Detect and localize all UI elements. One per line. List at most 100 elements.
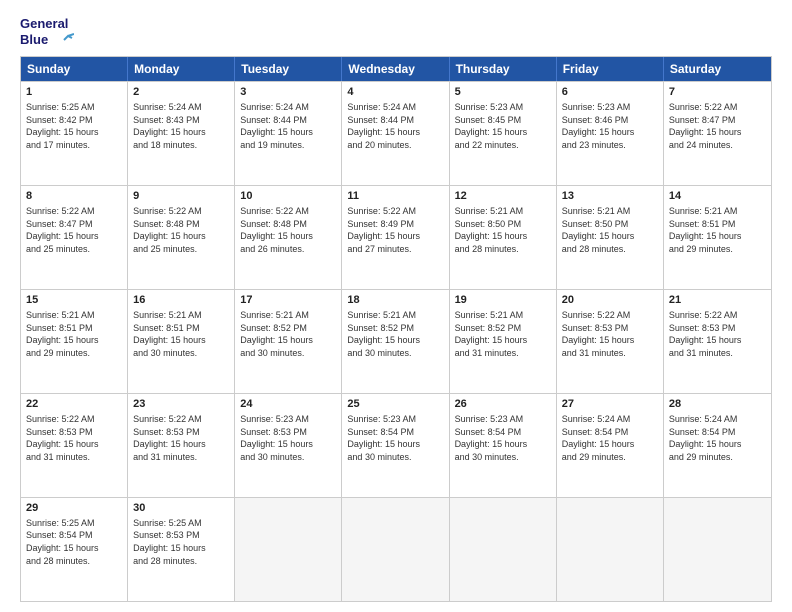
weekday-header-tuesday: Tuesday [235,57,342,81]
day-number: 8 [26,189,122,204]
day-number: 16 [133,293,229,308]
day-info: Sunrise: 5:24 AMSunset: 8:44 PMDaylight:… [347,101,443,151]
day-info: Sunrise: 5:21 AMSunset: 8:52 PMDaylight:… [347,309,443,359]
day-info: Sunrise: 5:22 AMSunset: 8:48 PMDaylight:… [240,205,336,255]
calendar-cell: 6Sunrise: 5:23 AMSunset: 8:46 PMDaylight… [557,82,664,185]
day-info: Sunrise: 5:24 AMSunset: 8:44 PMDaylight:… [240,101,336,151]
weekday-header-friday: Friday [557,57,664,81]
day-number: 5 [455,85,551,100]
calendar-cell [450,498,557,601]
day-number: 7 [669,85,766,100]
calendar-cell: 12Sunrise: 5:21 AMSunset: 8:50 PMDayligh… [450,186,557,289]
day-info: Sunrise: 5:22 AMSunset: 8:47 PMDaylight:… [669,101,766,151]
day-number: 30 [133,501,229,516]
calendar-cell: 25Sunrise: 5:23 AMSunset: 8:54 PMDayligh… [342,394,449,497]
day-info: Sunrise: 5:22 AMSunset: 8:53 PMDaylight:… [669,309,766,359]
calendar-cell: 11Sunrise: 5:22 AMSunset: 8:49 PMDayligh… [342,186,449,289]
day-info: Sunrise: 5:25 AMSunset: 8:42 PMDaylight:… [26,101,122,151]
day-info: Sunrise: 5:25 AMSunset: 8:54 PMDaylight:… [26,517,122,567]
weekday-header-wednesday: Wednesday [342,57,449,81]
day-info: Sunrise: 5:21 AMSunset: 8:50 PMDaylight:… [562,205,658,255]
calendar-cell: 13Sunrise: 5:21 AMSunset: 8:50 PMDayligh… [557,186,664,289]
page: GeneralBlue SundayMondayTuesdayWednesday… [0,0,792,612]
calendar-cell: 30Sunrise: 5:25 AMSunset: 8:53 PMDayligh… [128,498,235,601]
day-info: Sunrise: 5:24 AMSunset: 8:43 PMDaylight:… [133,101,229,151]
day-number: 25 [347,397,443,412]
calendar-cell: 14Sunrise: 5:21 AMSunset: 8:51 PMDayligh… [664,186,771,289]
calendar-row: 8Sunrise: 5:22 AMSunset: 8:47 PMDaylight… [21,185,771,289]
day-info: Sunrise: 5:22 AMSunset: 8:53 PMDaylight:… [133,413,229,463]
calendar-cell: 29Sunrise: 5:25 AMSunset: 8:54 PMDayligh… [21,498,128,601]
weekday-header-saturday: Saturday [664,57,771,81]
day-number: 4 [347,85,443,100]
day-number: 26 [455,397,551,412]
day-number: 1 [26,85,122,100]
day-info: Sunrise: 5:21 AMSunset: 8:51 PMDaylight:… [26,309,122,359]
calendar-cell: 16Sunrise: 5:21 AMSunset: 8:51 PMDayligh… [128,290,235,393]
calendar-cell: 10Sunrise: 5:22 AMSunset: 8:48 PMDayligh… [235,186,342,289]
day-number: 18 [347,293,443,308]
day-number: 17 [240,293,336,308]
day-info: Sunrise: 5:25 AMSunset: 8:53 PMDaylight:… [133,517,229,567]
day-info: Sunrise: 5:21 AMSunset: 8:51 PMDaylight:… [669,205,766,255]
day-number: 19 [455,293,551,308]
calendar-cell: 8Sunrise: 5:22 AMSunset: 8:47 PMDaylight… [21,186,128,289]
day-info: Sunrise: 5:21 AMSunset: 8:52 PMDaylight:… [240,309,336,359]
day-info: Sunrise: 5:23 AMSunset: 8:46 PMDaylight:… [562,101,658,151]
day-number: 21 [669,293,766,308]
day-number: 29 [26,501,122,516]
calendar-cell: 1Sunrise: 5:25 AMSunset: 8:42 PMDaylight… [21,82,128,185]
calendar-cell [664,498,771,601]
calendar-row: 29Sunrise: 5:25 AMSunset: 8:54 PMDayligh… [21,497,771,601]
calendar-cell: 9Sunrise: 5:22 AMSunset: 8:48 PMDaylight… [128,186,235,289]
calendar: SundayMondayTuesdayWednesdayThursdayFrid… [20,56,772,602]
day-number: 23 [133,397,229,412]
day-number: 3 [240,85,336,100]
calendar-row: 15Sunrise: 5:21 AMSunset: 8:51 PMDayligh… [21,289,771,393]
header: GeneralBlue [20,16,772,48]
day-number: 9 [133,189,229,204]
day-number: 15 [26,293,122,308]
calendar-cell: 7Sunrise: 5:22 AMSunset: 8:47 PMDaylight… [664,82,771,185]
calendar-cell: 4Sunrise: 5:24 AMSunset: 8:44 PMDaylight… [342,82,449,185]
day-info: Sunrise: 5:22 AMSunset: 8:47 PMDaylight:… [26,205,122,255]
calendar-cell: 18Sunrise: 5:21 AMSunset: 8:52 PMDayligh… [342,290,449,393]
day-number: 28 [669,397,766,412]
calendar-row: 1Sunrise: 5:25 AMSunset: 8:42 PMDaylight… [21,81,771,185]
calendar-cell: 5Sunrise: 5:23 AMSunset: 8:45 PMDaylight… [450,82,557,185]
calendar-body: 1Sunrise: 5:25 AMSunset: 8:42 PMDaylight… [21,81,771,601]
calendar-cell: 3Sunrise: 5:24 AMSunset: 8:44 PMDaylight… [235,82,342,185]
day-info: Sunrise: 5:21 AMSunset: 8:50 PMDaylight:… [455,205,551,255]
day-number: 24 [240,397,336,412]
day-number: 11 [347,189,443,204]
day-number: 22 [26,397,122,412]
day-number: 10 [240,189,336,204]
calendar-cell: 17Sunrise: 5:21 AMSunset: 8:52 PMDayligh… [235,290,342,393]
day-info: Sunrise: 5:21 AMSunset: 8:51 PMDaylight:… [133,309,229,359]
day-number: 20 [562,293,658,308]
calendar-cell: 27Sunrise: 5:24 AMSunset: 8:54 PMDayligh… [557,394,664,497]
day-info: Sunrise: 5:22 AMSunset: 8:53 PMDaylight:… [562,309,658,359]
logo: GeneralBlue [20,16,74,48]
logo-text: GeneralBlue [20,16,74,48]
day-info: Sunrise: 5:21 AMSunset: 8:52 PMDaylight:… [455,309,551,359]
calendar-cell: 24Sunrise: 5:23 AMSunset: 8:53 PMDayligh… [235,394,342,497]
weekday-header-monday: Monday [128,57,235,81]
calendar-header: SundayMondayTuesdayWednesdayThursdayFrid… [21,57,771,81]
calendar-cell: 28Sunrise: 5:24 AMSunset: 8:54 PMDayligh… [664,394,771,497]
calendar-cell: 21Sunrise: 5:22 AMSunset: 8:53 PMDayligh… [664,290,771,393]
day-info: Sunrise: 5:22 AMSunset: 8:53 PMDaylight:… [26,413,122,463]
calendar-cell: 2Sunrise: 5:24 AMSunset: 8:43 PMDaylight… [128,82,235,185]
day-info: Sunrise: 5:23 AMSunset: 8:53 PMDaylight:… [240,413,336,463]
day-number: 6 [562,85,658,100]
day-info: Sunrise: 5:23 AMSunset: 8:54 PMDaylight:… [347,413,443,463]
day-number: 13 [562,189,658,204]
day-info: Sunrise: 5:24 AMSunset: 8:54 PMDaylight:… [562,413,658,463]
day-number: 14 [669,189,766,204]
day-info: Sunrise: 5:23 AMSunset: 8:54 PMDaylight:… [455,413,551,463]
calendar-cell [342,498,449,601]
calendar-cell: 20Sunrise: 5:22 AMSunset: 8:53 PMDayligh… [557,290,664,393]
calendar-cell: 23Sunrise: 5:22 AMSunset: 8:53 PMDayligh… [128,394,235,497]
weekday-header-sunday: Sunday [21,57,128,81]
weekday-header-thursday: Thursday [450,57,557,81]
